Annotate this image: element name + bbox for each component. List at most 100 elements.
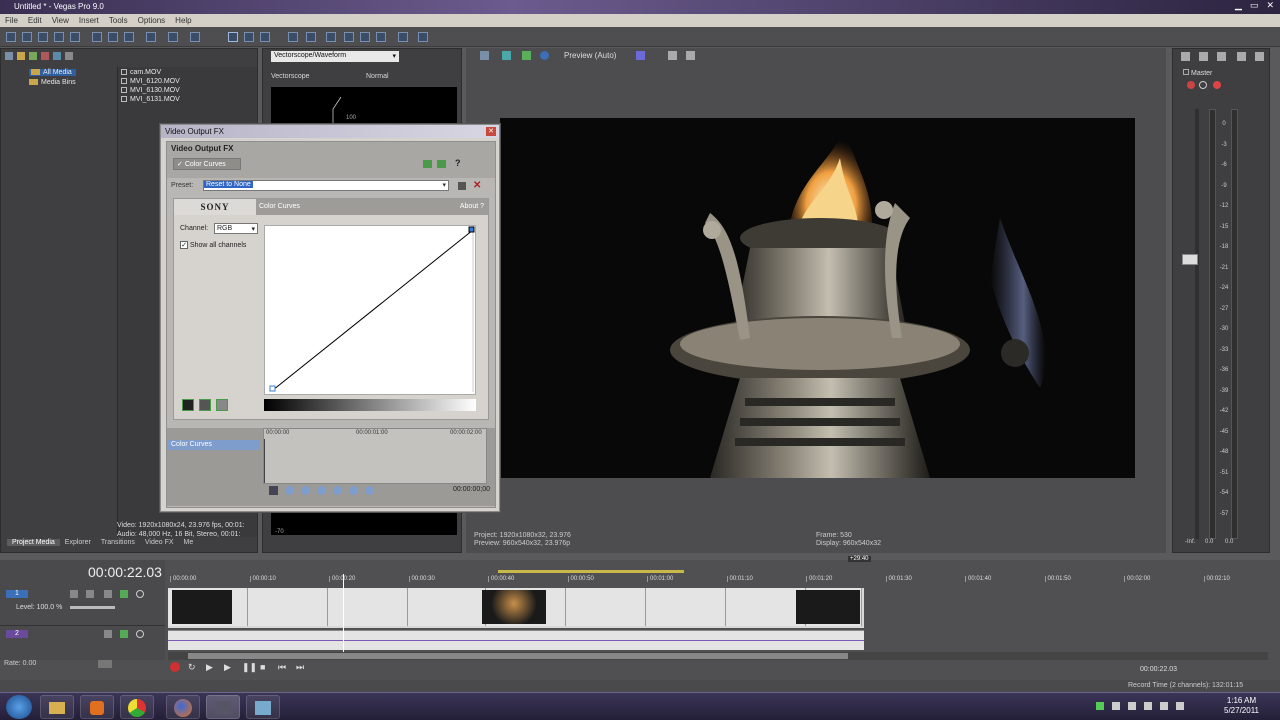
tab-explorer[interactable]: Explorer bbox=[60, 539, 96, 546]
snap-icon[interactable] bbox=[326, 32, 336, 42]
save-snapshot-icon[interactable] bbox=[686, 51, 695, 60]
menu-view[interactable]: View bbox=[52, 16, 69, 25]
curve-point-end[interactable] bbox=[468, 226, 475, 233]
auto-ripple-icon[interactable] bbox=[288, 32, 298, 42]
compositing-mode-icon[interactable] bbox=[104, 590, 112, 598]
preset-dropdown[interactable]: Reset to None ▾ bbox=[203, 180, 449, 191]
pause-icon[interactable]: ❚❚ bbox=[242, 662, 257, 672]
scope-mode[interactable]: Normal bbox=[366, 73, 389, 80]
cut-icon[interactable] bbox=[92, 32, 102, 42]
region-marker[interactable]: +29:40 bbox=[848, 556, 871, 562]
record-icon[interactable] bbox=[170, 662, 180, 672]
menu-insert[interactable]: Insert bbox=[79, 16, 99, 25]
network-icon[interactable] bbox=[1128, 702, 1136, 710]
remove-media-icon[interactable] bbox=[41, 52, 49, 60]
solo-icon[interactable] bbox=[1213, 81, 1221, 89]
last-keyframe-icon[interactable] bbox=[333, 486, 342, 495]
tab-media-generators[interactable]: Me bbox=[179, 539, 199, 546]
video-clip[interactable] bbox=[328, 588, 408, 626]
eyedropper-white-icon[interactable] bbox=[216, 399, 228, 411]
delete-icon[interactable] bbox=[146, 32, 156, 42]
about-button[interactable]: About ? bbox=[460, 203, 484, 210]
audio-solo-icon[interactable] bbox=[136, 630, 144, 638]
new-icon[interactable] bbox=[6, 32, 16, 42]
save-preset-icon[interactable] bbox=[458, 182, 466, 190]
tree-all-media[interactable]: All Media bbox=[29, 69, 76, 76]
taskbar-vegas[interactable] bbox=[206, 695, 240, 719]
curve-point-start[interactable] bbox=[269, 385, 276, 392]
mute-track-icon[interactable] bbox=[120, 590, 128, 598]
bus-properties-icon[interactable] bbox=[1181, 52, 1190, 61]
menu-options[interactable]: Options bbox=[138, 16, 166, 25]
quantize-icon[interactable] bbox=[360, 32, 370, 42]
stop-icon[interactable]: ■ bbox=[260, 662, 270, 672]
taskbar-app[interactable] bbox=[246, 695, 280, 719]
delete-preset-icon[interactable]: ✕ bbox=[473, 180, 481, 191]
delete-keyframe-icon[interactable] bbox=[365, 486, 374, 495]
scope-type-dropdown[interactable]: Vectorscope/Waveform ▾ bbox=[271, 51, 399, 62]
dim-output-icon[interactable] bbox=[1217, 52, 1226, 61]
normal-edit-tool-icon[interactable] bbox=[228, 32, 238, 42]
timeline-scrollbar[interactable] bbox=[168, 652, 1268, 660]
bus-fx-icon[interactable] bbox=[1187, 81, 1195, 89]
clock[interactable]: 1:16 AM 5/27/2011 bbox=[1224, 696, 1259, 716]
media-file-item[interactable]: MVI_6131.MOV bbox=[121, 96, 254, 103]
timeline-scroll-thumb[interactable] bbox=[188, 653, 848, 659]
video-clip[interactable] bbox=[566, 588, 646, 626]
split-screen-icon[interactable] bbox=[540, 51, 549, 60]
video-clip[interactable] bbox=[408, 588, 486, 626]
views-icon[interactable] bbox=[65, 52, 73, 60]
audio-mute-icon[interactable] bbox=[120, 630, 128, 638]
fx-chain-item[interactable]: ✓ Color Curves bbox=[173, 158, 241, 170]
auto-crossfade-icon[interactable] bbox=[344, 32, 354, 42]
keyframe-track-label[interactable]: Color Curves bbox=[167, 440, 259, 450]
flag-icon[interactable] bbox=[1160, 702, 1168, 710]
go-to-end-icon[interactable]: ⏭ bbox=[296, 662, 306, 672]
next-keyframe-icon[interactable] bbox=[317, 486, 326, 495]
keyframe-timeline[interactable]: 00:00:00 00:00:01:00 00:00:02:00 bbox=[263, 428, 487, 484]
video-clip[interactable] bbox=[726, 588, 806, 626]
import-media-icon[interactable] bbox=[5, 52, 13, 60]
play-from-start-icon[interactable]: ▶ bbox=[206, 662, 216, 672]
track-motion-icon[interactable] bbox=[70, 590, 78, 598]
eyedropper-gray-icon[interactable] bbox=[199, 399, 211, 411]
tree-media-bins[interactable]: Media Bins bbox=[29, 79, 76, 86]
media-file-item[interactable]: cam.MOV bbox=[121, 69, 254, 76]
tray-icon[interactable] bbox=[1176, 702, 1184, 710]
close-button[interactable]: ✕ bbox=[1266, 0, 1274, 11]
rate-slider[interactable] bbox=[98, 660, 112, 668]
add-keyframe-icon[interactable] bbox=[349, 486, 358, 495]
media-fx-icon[interactable] bbox=[53, 52, 61, 60]
downmix-icon[interactable] bbox=[1199, 52, 1208, 61]
video-clip[interactable] bbox=[248, 588, 328, 626]
copy-snapshot-icon[interactable] bbox=[668, 51, 677, 60]
tray-icon[interactable] bbox=[1112, 702, 1120, 710]
tab-project-media[interactable]: Project Media bbox=[7, 539, 60, 546]
track-fx-icon[interactable] bbox=[86, 590, 94, 598]
mute-icon[interactable] bbox=[1199, 81, 1207, 89]
sync-cursor-icon[interactable] bbox=[269, 486, 278, 495]
tab-transitions[interactable]: Transitions bbox=[96, 539, 140, 546]
show-all-channels-checkbox[interactable]: ✓ Show all channels bbox=[180, 241, 246, 249]
save-icon[interactable] bbox=[38, 32, 48, 42]
level-slider[interactable] bbox=[70, 606, 115, 609]
audio-fx-icon[interactable] bbox=[104, 630, 112, 638]
eyedropper-black-icon[interactable] bbox=[182, 399, 194, 411]
channel-dropdown[interactable]: RGB ▾ bbox=[214, 223, 258, 234]
help-icon[interactable]: ? bbox=[455, 158, 461, 168]
menu-file[interactable]: File bbox=[5, 16, 18, 25]
video-clip[interactable] bbox=[482, 588, 566, 626]
insert-bus-icon[interactable] bbox=[1255, 52, 1264, 61]
save-as-icon[interactable] bbox=[54, 32, 64, 42]
taskbar-chrome[interactable] bbox=[120, 695, 154, 719]
external-monitor-icon[interactable] bbox=[502, 51, 511, 60]
get-media-icon[interactable] bbox=[29, 52, 37, 60]
undo-icon[interactable] bbox=[168, 32, 178, 42]
ignore-grouping-icon[interactable] bbox=[376, 32, 386, 42]
video-clip[interactable] bbox=[646, 588, 726, 626]
media-file-item[interactable]: MVI_6130.MOV bbox=[121, 87, 254, 94]
tray-icon[interactable] bbox=[1096, 702, 1104, 710]
capture-icon[interactable] bbox=[17, 52, 25, 60]
preview-quality-dropdown[interactable]: Preview (Auto) bbox=[564, 51, 616, 60]
menu-tools[interactable]: Tools bbox=[109, 16, 128, 25]
